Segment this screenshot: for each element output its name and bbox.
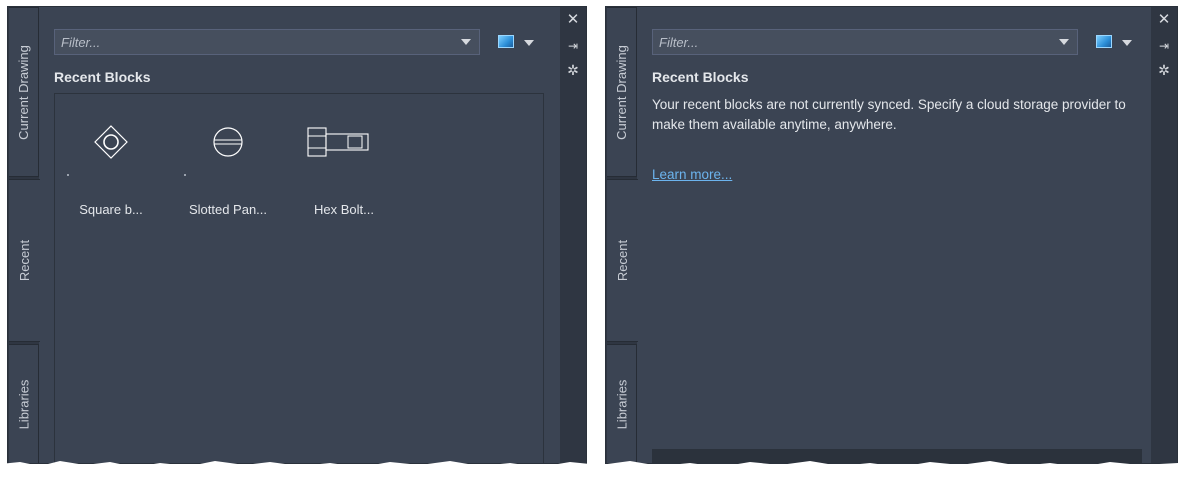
properties-icon[interactable]: ✲ <box>560 62 586 78</box>
slotted-pan-screw-icon <box>213 127 243 157</box>
tab-libraries[interactable]: Libraries <box>9 344 39 463</box>
chevron-down-icon[interactable] <box>1122 40 1132 46</box>
chevron-down-icon[interactable] <box>524 40 534 46</box>
dot <box>67 174 69 176</box>
filter-combobox[interactable] <box>54 29 480 55</box>
hex-bolt-icon <box>307 127 369 157</box>
thumbnail-view-icon[interactable] <box>498 35 514 48</box>
tab-current-drawing[interactable]: Current Drawing <box>607 7 637 177</box>
block-item-hex-bolt[interactable]: Hex Bolt... <box>294 112 394 222</box>
auto-hide-icon[interactable]: ⇥ <box>560 38 586 54</box>
close-icon[interactable]: ✕ <box>560 12 586 28</box>
properties-icon[interactable]: ✲ <box>1151 62 1177 78</box>
tab-recent[interactable]: Recent <box>607 179 638 342</box>
block-item-square-bolt[interactable]: Square b... <box>61 112 161 222</box>
vertical-tab-strip: Current Drawing Recent Libraries <box>606 7 638 463</box>
palette-titlebar: ✕ ⇥ ✲ <box>560 7 586 463</box>
tab-label: Current Drawing <box>16 44 31 140</box>
vertical-tab-strip: Current Drawing Recent Libraries <box>8 7 40 463</box>
tab-label: Recent <box>615 239 631 282</box>
dot <box>184 174 186 176</box>
block-label: Slotted Pan... <box>188 202 268 217</box>
block-item-slotted-pan[interactable]: Slotted Pan... <box>178 112 278 222</box>
sync-message: Your recent blocks are not currently syn… <box>652 97 1126 132</box>
thumbnail-view-icon[interactable] <box>1096 35 1112 48</box>
chevron-down-icon[interactable] <box>1059 39 1069 45</box>
palette-titlebar: ✕ ⇥ ✲ <box>1151 7 1177 463</box>
blocks-palette-left: Current Drawing Recent Libraries Recent … <box>7 6 587 464</box>
tab-label: Libraries <box>16 379 32 429</box>
tab-current-drawing[interactable]: Current Drawing <box>9 7 39 177</box>
square-bolt-icon <box>94 125 128 159</box>
tab-libraries[interactable]: Libraries <box>607 344 637 463</box>
section-title: Recent Blocks <box>652 69 749 85</box>
auto-hide-icon[interactable]: ⇥ <box>1151 38 1177 54</box>
tab-label: Current Drawing <box>614 44 629 140</box>
blocks-grid: Square b... Slotted Pan... Hex Bolt... <box>54 93 544 463</box>
section-title: Recent Blocks <box>54 69 151 85</box>
filter-input[interactable] <box>55 33 461 51</box>
block-label: Square b... <box>79 202 143 217</box>
filter-combobox[interactable] <box>652 29 1078 55</box>
chevron-down-icon[interactable] <box>461 39 471 45</box>
learn-more-link[interactable]: Learn more... <box>652 167 732 182</box>
block-label: Hex Bolt... <box>314 202 374 217</box>
close-icon[interactable]: ✕ <box>1151 12 1177 28</box>
tab-label: Recent <box>17 239 33 282</box>
torn-edge-decoration <box>0 461 1178 481</box>
filter-input[interactable] <box>653 33 1059 51</box>
tab-recent[interactable]: Recent <box>9 179 40 342</box>
blocks-palette-right: Current Drawing Recent Libraries Recent … <box>605 6 1178 464</box>
tab-label: Libraries <box>614 379 630 429</box>
